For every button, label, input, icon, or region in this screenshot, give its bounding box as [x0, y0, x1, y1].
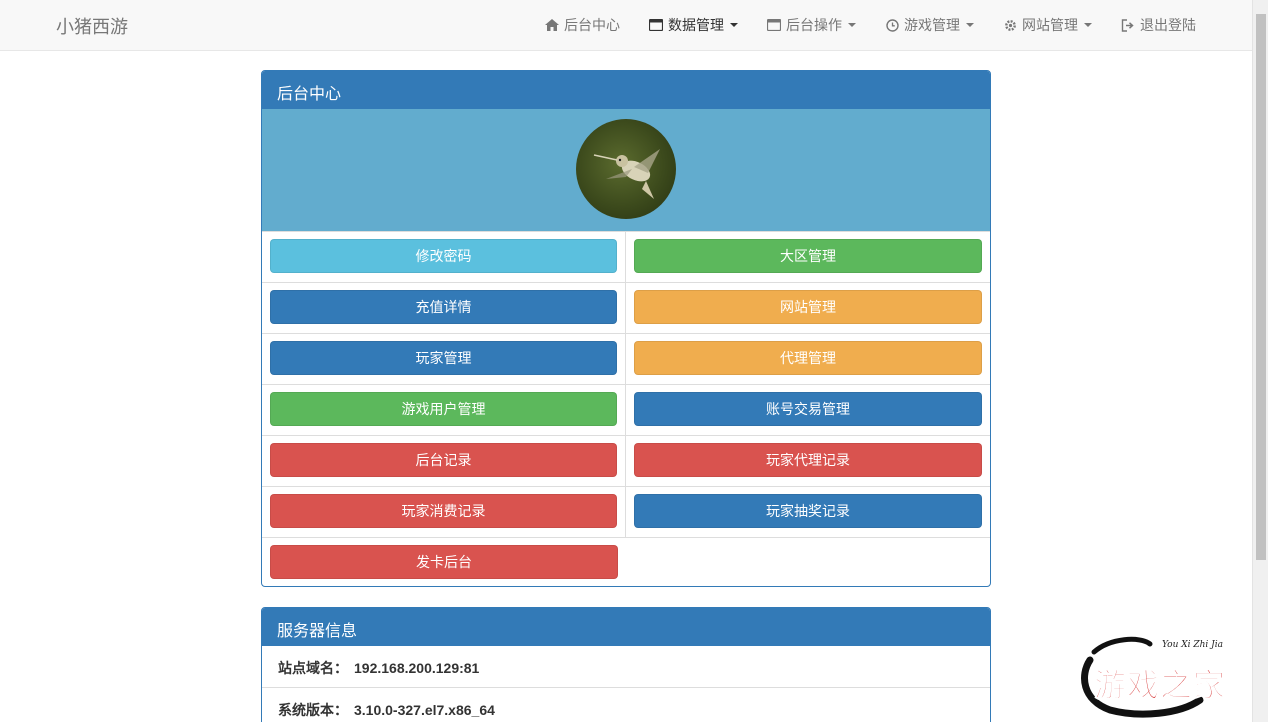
server-info-value: 192.168.200.129:81	[354, 660, 480, 676]
window-icon	[648, 17, 664, 33]
nav-item-label: 退出登陆	[1140, 17, 1196, 33]
button-row: 游戏用户管理 账号交易管理	[262, 384, 990, 435]
server-info-label: 站点域名：	[278, 660, 348, 676]
button-row: 修改密码 大区管理	[262, 231, 990, 282]
window-icon	[766, 17, 782, 33]
button-row: 玩家消费记录 玩家抽奖记录	[262, 486, 990, 537]
player-spending-log-button[interactable]: 玩家消费记录	[270, 494, 617, 528]
top-navbar: 小猪西游 后台中心 数据管理 后台操作 游戏管理 网站管理 退出登陆	[0, 0, 1252, 51]
nav-item-backend-ops[interactable]: 后台操作	[766, 15, 856, 35]
nav-item-game-management[interactable]: 游戏管理	[884, 15, 974, 35]
game-user-management-button[interactable]: 游戏用户管理	[270, 392, 617, 426]
server-info-row: 站点域名： 192.168.200.129:81	[262, 646, 990, 688]
change-password-button[interactable]: 修改密码	[270, 239, 617, 273]
page-scrollbar[interactable]	[1252, 0, 1268, 722]
watermark-text: 游戏之家	[1093, 666, 1227, 705]
clock-icon	[884, 17, 900, 33]
brand-title[interactable]: 小猪西游	[56, 13, 128, 39]
agent-management-button[interactable]: 代理管理	[634, 341, 982, 375]
gear-icon	[1002, 17, 1018, 33]
nav-item-label: 网站管理	[1022, 17, 1078, 33]
logout-icon	[1120, 17, 1136, 33]
nav-item-site-management[interactable]: 网站管理	[1002, 15, 1092, 35]
nav-item-home[interactable]: 后台中心	[544, 15, 620, 35]
nav-item-label: 后台中心	[564, 17, 620, 33]
hummingbird-icon	[593, 149, 660, 199]
player-agent-log-button[interactable]: 玩家代理记录	[634, 443, 982, 477]
account-trade-management-button[interactable]: 账号交易管理	[634, 392, 982, 426]
nav-item-label: 游戏管理	[904, 17, 960, 33]
button-row: 玩家管理 代理管理	[262, 333, 990, 384]
region-management-button[interactable]: 大区管理	[634, 239, 982, 273]
button-row: 发卡后台	[262, 537, 990, 586]
panel-title: 后台中心	[262, 71, 990, 109]
nav-item-data-management[interactable]: 数据管理	[648, 15, 738, 35]
server-info-panel: 服务器信息 站点域名： 192.168.200.129:81 系统版本： 3.10.…	[261, 607, 991, 722]
backend-center-panel: 后台中心 修改密码 大区管理 充值详情 网站管理 玩家管理 代理管理 游戏用户管…	[261, 70, 991, 587]
chevron-down-icon	[848, 23, 856, 27]
button-row: 充值详情 网站管理	[262, 282, 990, 333]
backend-log-button[interactable]: 后台记录	[270, 443, 617, 477]
scrollbar-thumb[interactable]	[1256, 14, 1266, 560]
site-management-button[interactable]: 网站管理	[634, 290, 982, 324]
watermark-logo: You Xi Zhi Jia 游戏之家	[1070, 630, 1258, 722]
player-management-button[interactable]: 玩家管理	[270, 341, 617, 375]
server-info-value: 3.10.0-327.el7.x86_64	[354, 702, 495, 718]
nav-item-label: 数据管理	[668, 17, 724, 33]
nav-item-label: 后台操作	[786, 17, 842, 33]
server-info-label: 系统版本：	[278, 702, 348, 718]
panel-title: 服务器信息	[262, 608, 990, 646]
chevron-down-icon	[1084, 23, 1092, 27]
nav-menu: 后台中心 数据管理 后台操作 游戏管理 网站管理 退出登陆	[544, 0, 1196, 50]
button-row: 后台记录 玩家代理记录	[262, 435, 990, 486]
player-lottery-log-button[interactable]: 玩家抽奖记录	[634, 494, 982, 528]
avatar	[576, 119, 676, 219]
home-icon	[544, 17, 560, 33]
recharge-details-button[interactable]: 充值详情	[270, 290, 617, 324]
server-info-row: 系统版本： 3.10.0-327.el7.x86_64	[262, 688, 990, 722]
nav-item-logout[interactable]: 退出登陆	[1120, 15, 1196, 35]
profile-banner	[262, 109, 990, 231]
chevron-down-icon	[730, 23, 738, 27]
chevron-down-icon	[966, 23, 974, 27]
watermark-subtitle: You Xi Zhi Jia	[1162, 640, 1224, 650]
card-issuing-backend-button[interactable]: 发卡后台	[270, 545, 618, 579]
action-button-grid: 修改密码 大区管理 充值详情 网站管理 玩家管理 代理管理 游戏用户管理 账号交…	[262, 231, 990, 586]
